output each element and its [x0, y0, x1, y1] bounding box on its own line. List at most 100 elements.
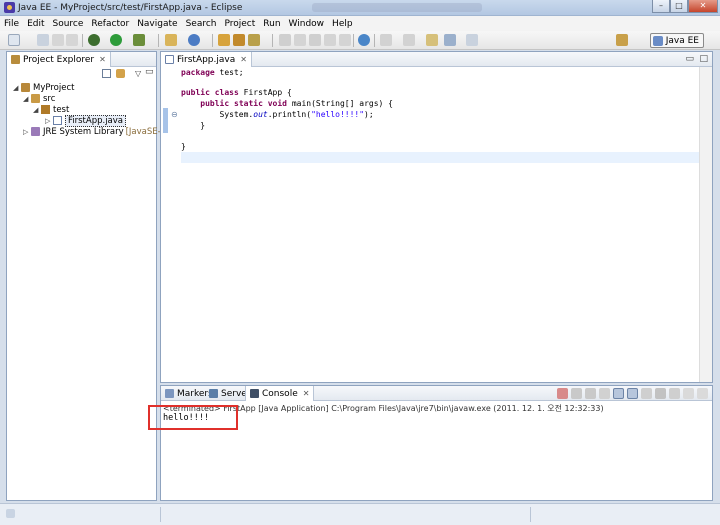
source-folder-icon [31, 94, 40, 103]
tree-label: MyProject [33, 82, 75, 93]
clear-console-icon[interactable] [599, 388, 610, 399]
scroll-lock-icon[interactable] [613, 388, 624, 399]
fold-icon[interactable]: ⊖ [171, 110, 178, 119]
menu-refactor[interactable]: Refactor [91, 19, 129, 29]
status-bar [0, 503, 720, 525]
window-title: Java EE - MyProject/src/test/FirstApp.ja… [18, 2, 243, 13]
minimize-editor-icon[interactable]: ▭ [685, 54, 694, 64]
maximize-view-icon[interactable] [697, 388, 708, 399]
javaee-perspective-icon [652, 35, 663, 46]
next-annotation-icon[interactable] [380, 34, 392, 46]
tab-console[interactable]: Console ✕ [245, 386, 315, 401]
servers-icon [209, 389, 218, 398]
console-toolbar [557, 388, 708, 399]
save-icon[interactable] [37, 34, 49, 46]
explorer-tab-row: Project Explorer ✕ [7, 52, 156, 67]
editor-scrollbar[interactable] [699, 67, 712, 382]
back-icon[interactable] [444, 34, 456, 46]
mark-occurrences-icon[interactable] [279, 34, 291, 46]
status-icon [6, 509, 15, 518]
project-explorer-panel: Project Explorer ✕ ▽ ▭ ◢ MyProject ◢ src… [6, 51, 178, 501]
collapse-arrow-icon[interactable]: ◢ [13, 84, 20, 92]
format-icon[interactable] [339, 34, 351, 46]
new-icon[interactable] [8, 34, 20, 46]
menu-run[interactable]: Run [263, 19, 280, 29]
close-tab-icon[interactable]: ✕ [240, 55, 247, 64]
show-on-output-icon[interactable] [627, 388, 638, 399]
tab-label: FirstApp.java [177, 54, 236, 65]
run-icon[interactable] [110, 34, 122, 46]
terminate-icon[interactable] [557, 388, 568, 399]
remove-all-icon[interactable] [585, 388, 596, 399]
menu-navigate[interactable]: Navigate [137, 19, 177, 29]
maximize-editor-icon[interactable]: □ [699, 54, 708, 64]
prev-annotation-icon[interactable] [403, 34, 415, 46]
expand-arrow-icon[interactable]: ▷ [23, 128, 30, 136]
menu-project[interactable]: Project [224, 19, 255, 29]
code-line-3: public class FirstApp { [181, 88, 292, 97]
print-icon[interactable] [66, 34, 78, 46]
open-perspective-icon[interactable] [616, 34, 628, 46]
expand-arrow-icon[interactable]: ▷ [45, 117, 52, 125]
perspective-switch[interactable]: Java EE [649, 33, 704, 48]
remove-launch-icon[interactable] [571, 388, 582, 399]
minimize-button[interactable]: – [652, 0, 670, 13]
code-line-5: System.out.println("hello!!!!"); [219, 110, 374, 119]
tree-label: test [53, 104, 70, 115]
code-line-1: package test; [181, 68, 244, 77]
collapse-arrow-icon[interactable]: ◢ [23, 95, 30, 103]
code-area[interactable]: package test; public class FirstApp { pu… [181, 67, 699, 382]
show-whitespace-icon[interactable] [324, 34, 336, 46]
minimize-view-icon[interactable]: ▭ [145, 67, 154, 77]
tree-item-src[interactable]: ◢ src [23, 93, 55, 104]
tree-item-test[interactable]: ◢ test [33, 104, 69, 115]
open-type-icon[interactable] [218, 34, 230, 46]
menu-search[interactable]: Search [186, 19, 217, 29]
tab-label: Project Explorer [23, 54, 95, 65]
tree-label: JRE System Library [43, 126, 124, 137]
close-tab-icon[interactable]: ✕ [99, 55, 106, 64]
code-line-4: public static void main(String[] args) { [200, 99, 393, 108]
menu-window[interactable]: Window [289, 19, 325, 29]
forward-icon[interactable] [466, 34, 478, 46]
tree-item-firstapp[interactable]: ▷ FirstApp.java [45, 114, 127, 127]
tree-item-jre[interactable]: ▷ JRE System Library [JavaSE-1.7] [23, 126, 178, 137]
new-server-icon[interactable] [165, 34, 177, 46]
open-task-icon[interactable] [233, 34, 245, 46]
debug-icon[interactable] [88, 34, 100, 46]
view-menu-icon[interactable]: ▽ [135, 69, 141, 78]
minimize-view-icon[interactable] [683, 388, 694, 399]
console-panel: Markers Servers Console ✕ <terminated> F… [160, 385, 713, 501]
globe-icon[interactable] [358, 34, 370, 46]
project-icon [21, 83, 30, 92]
tree-item-myproject[interactable]: ◢ MyProject [13, 82, 74, 93]
code-line-8: } [181, 142, 186, 151]
pin-console-icon[interactable] [641, 388, 652, 399]
toggle-breadcrumb-icon[interactable] [294, 34, 306, 46]
collapse-arrow-icon[interactable]: ◢ [33, 106, 40, 114]
new-class-icon[interactable] [188, 34, 200, 46]
save-all-icon[interactable] [52, 34, 64, 46]
block-selection-icon[interactable] [309, 34, 321, 46]
close-tab-icon[interactable]: ✕ [303, 389, 310, 398]
menu-file[interactable]: File [4, 19, 19, 29]
code-line-6: } [200, 121, 206, 130]
perspective-label: Java EE [665, 35, 699, 46]
menu-source[interactable]: Source [53, 19, 84, 29]
editor-ruler: ⊖ [161, 67, 181, 382]
maximize-button[interactable]: □ [670, 0, 688, 13]
display-console-icon[interactable] [655, 388, 666, 399]
menu-edit[interactable]: Edit [27, 19, 44, 29]
link-editor-icon[interactable] [116, 69, 125, 78]
tab-project-explorer[interactable]: Project Explorer ✕ [7, 52, 111, 67]
tab-firstapp-java[interactable]: FirstApp.java ✕ [161, 52, 252, 67]
menu-help[interactable]: Help [332, 19, 353, 29]
open-console-icon[interactable] [669, 388, 680, 399]
tree-label: src [43, 93, 56, 104]
close-button[interactable]: ✕ [688, 0, 718, 13]
external-tools-icon[interactable] [133, 34, 145, 46]
collapse-all-icon[interactable] [102, 69, 111, 78]
search-icon[interactable] [248, 34, 260, 46]
last-edit-icon[interactable] [426, 34, 438, 46]
selection-marker [163, 108, 168, 133]
